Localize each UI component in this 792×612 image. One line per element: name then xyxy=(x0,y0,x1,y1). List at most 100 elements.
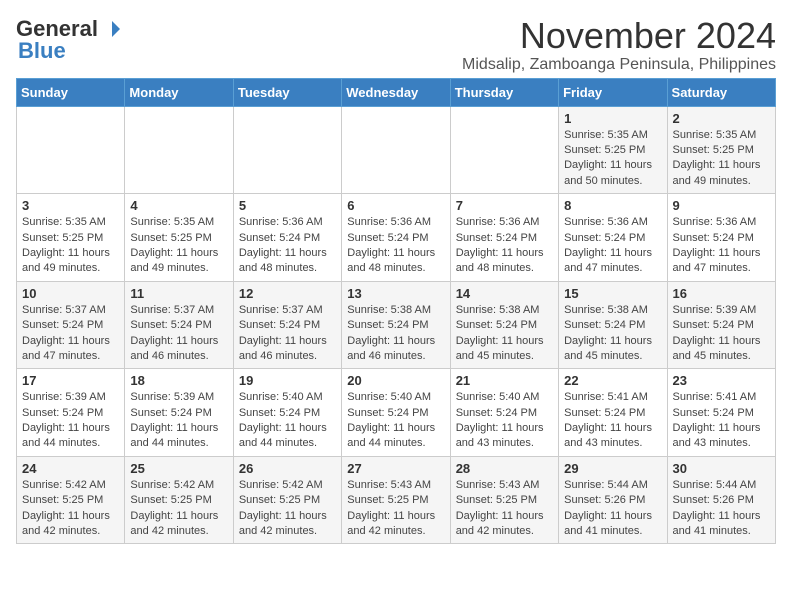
table-row: 8 Sunrise: 5:36 AM Sunset: 5:24 PM Daylig… xyxy=(559,194,667,282)
day-info: Sunrise: 5:36 AM Sunset: 5:24 PM Dayligh… xyxy=(456,215,553,277)
day-info: Sunrise: 5:36 AM Sunset: 5:24 PM Dayligh… xyxy=(347,215,444,277)
day-info: Sunrise: 5:40 AM Sunset: 5:24 PM Dayligh… xyxy=(239,390,336,452)
calendar-body: 1 Sunrise: 5:35 AM Sunset: 5:25 PM Daylig… xyxy=(17,106,776,544)
col-sunday: Sunday xyxy=(17,78,125,106)
day-number: 15 xyxy=(564,286,661,301)
day-info: Sunrise: 5:40 AM Sunset: 5:24 PM Dayligh… xyxy=(456,390,553,452)
day-number: 12 xyxy=(239,286,336,301)
title-block: November 2024 Midsalip, Zamboanga Penins… xyxy=(462,16,776,74)
table-row: 9 Sunrise: 5:36 AM Sunset: 5:24 PM Daylig… xyxy=(667,194,775,282)
day-info: Sunrise: 5:37 AM Sunset: 5:24 PM Dayligh… xyxy=(239,303,336,365)
calendar-week-2: 3Sunrise: 5:35 AM Sunset: 5:25 PM Daylig… xyxy=(17,194,776,282)
table-row: 10 Sunrise: 5:37 AM Sunset: 5:24 PM Dayli… xyxy=(17,281,125,369)
calendar-header: Sunday Monday Tuesday Wednesday Thursday… xyxy=(17,78,776,106)
day-info: Sunrise: 5:37 AM Sunset: 5:24 PM Dayligh… xyxy=(130,303,227,365)
table-row: 5 Sunrise: 5:36 AM Sunset: 5:24 PM Daylig… xyxy=(233,194,341,282)
day-info: Sunrise: 5:44 AM Sunset: 5:26 PM Dayligh… xyxy=(673,478,770,540)
day-info: Sunrise: 5:38 AM Sunset: 5:24 PM Dayligh… xyxy=(347,303,444,365)
table-row: 22Sunrise: 5:41 AM Sunset: 5:24 PM Dayli… xyxy=(559,369,667,457)
day-number: 10 xyxy=(22,286,119,301)
header-row: Sunday Monday Tuesday Wednesday Thursday… xyxy=(17,78,776,106)
day-info: Sunrise: 5:42 AM Sunset: 5:25 PM Dayligh… xyxy=(130,478,227,540)
table-row: 17Sunrise: 5:39 AM Sunset: 5:24 PM Dayli… xyxy=(17,369,125,457)
table-row: 16 Sunrise: 5:39 AM Sunset: 5:24 PM Dayli… xyxy=(667,281,775,369)
day-number: 20 xyxy=(347,373,444,388)
table-row: 12 Sunrise: 5:37 AM Sunset: 5:24 PM Dayli… xyxy=(233,281,341,369)
day-info: Sunrise: 5:38 AM Sunset: 5:24 PM Dayligh… xyxy=(564,303,661,365)
day-number: 16 xyxy=(673,286,770,301)
day-info: Sunrise: 5:44 AM Sunset: 5:26 PM Dayligh… xyxy=(564,478,661,540)
day-number: 19 xyxy=(239,373,336,388)
day-number: 28 xyxy=(456,461,553,476)
table-row: 23 Sunrise: 5:41 AM Sunset: 5:24 PM Dayli… xyxy=(667,369,775,457)
table-row xyxy=(342,106,450,194)
day-info: Sunrise: 5:40 AM Sunset: 5:24 PM Dayligh… xyxy=(347,390,444,452)
day-info: Sunrise: 5:35 AM Sunset: 5:25 PM Dayligh… xyxy=(673,128,770,190)
table-row: 2 Sunrise: 5:35 AM Sunset: 5:25 PM Daylig… xyxy=(667,106,775,194)
logo: General Blue xyxy=(16,16,122,64)
day-number: 1 xyxy=(564,111,661,126)
table-row: 25 Sunrise: 5:42 AM Sunset: 5:25 PM Dayli… xyxy=(125,456,233,544)
calendar-week-4: 17Sunrise: 5:39 AM Sunset: 5:24 PM Dayli… xyxy=(17,369,776,457)
calendar-table: Sunday Monday Tuesday Wednesday Thursday… xyxy=(16,78,776,545)
logo-flag-icon xyxy=(102,19,122,39)
day-number: 21 xyxy=(456,373,553,388)
table-row: 13 Sunrise: 5:38 AM Sunset: 5:24 PM Dayli… xyxy=(342,281,450,369)
day-info: Sunrise: 5:38 AM Sunset: 5:24 PM Dayligh… xyxy=(456,303,553,365)
day-info: Sunrise: 5:35 AM Sunset: 5:25 PM Dayligh… xyxy=(130,215,227,277)
day-info: Sunrise: 5:41 AM Sunset: 5:24 PM Dayligh… xyxy=(673,390,770,452)
table-row: 21 Sunrise: 5:40 AM Sunset: 5:24 PM Dayli… xyxy=(450,369,558,457)
day-info: Sunrise: 5:37 AM Sunset: 5:24 PM Dayligh… xyxy=(22,303,119,365)
day-info: Sunrise: 5:43 AM Sunset: 5:25 PM Dayligh… xyxy=(347,478,444,540)
day-number: 24 xyxy=(22,461,119,476)
day-number: 29 xyxy=(564,461,661,476)
day-info: Sunrise: 5:36 AM Sunset: 5:24 PM Dayligh… xyxy=(673,215,770,277)
day-number: 25 xyxy=(130,461,227,476)
day-info: Sunrise: 5:35 AM Sunset: 5:25 PM Dayligh… xyxy=(22,215,119,277)
day-info: Sunrise: 5:36 AM Sunset: 5:24 PM Dayligh… xyxy=(564,215,661,277)
day-info: Sunrise: 5:39 AM Sunset: 5:24 PM Dayligh… xyxy=(673,303,770,365)
day-number: 9 xyxy=(673,198,770,213)
table-row: 30 Sunrise: 5:44 AM Sunset: 5:26 PM Dayli… xyxy=(667,456,775,544)
location-subtitle: Midsalip, Zamboanga Peninsula, Philippin… xyxy=(462,56,776,74)
day-number: 6 xyxy=(347,198,444,213)
col-friday: Friday xyxy=(559,78,667,106)
table-row xyxy=(233,106,341,194)
col-tuesday: Tuesday xyxy=(233,78,341,106)
day-number: 22 xyxy=(564,373,661,388)
day-number: 2 xyxy=(673,111,770,126)
day-info: Sunrise: 5:36 AM Sunset: 5:24 PM Dayligh… xyxy=(239,215,336,277)
table-row: 24Sunrise: 5:42 AM Sunset: 5:25 PM Dayli… xyxy=(17,456,125,544)
col-monday: Monday xyxy=(125,78,233,106)
day-number: 23 xyxy=(673,373,770,388)
day-info: Sunrise: 5:35 AM Sunset: 5:25 PM Dayligh… xyxy=(564,128,661,190)
table-row xyxy=(450,106,558,194)
table-row: 6 Sunrise: 5:36 AM Sunset: 5:24 PM Daylig… xyxy=(342,194,450,282)
table-row: 15 Sunrise: 5:38 AM Sunset: 5:24 PM Dayli… xyxy=(559,281,667,369)
table-row: 18Sunrise: 5:39 AM Sunset: 5:24 PM Dayli… xyxy=(125,369,233,457)
month-title: November 2024 xyxy=(462,16,776,56)
calendar-week-3: 10 Sunrise: 5:37 AM Sunset: 5:24 PM Dayli… xyxy=(17,281,776,369)
calendar-week-5: 24 Sunrise: 5:42 AM Sunset: 5:25 PM Dayli… xyxy=(17,456,776,544)
col-saturday: Saturday xyxy=(667,78,775,106)
table-row: 11Sunrise: 5:37 AM Sunset: 5:24 PM Dayli… xyxy=(125,281,233,369)
day-number: 14 xyxy=(456,286,553,301)
day-number: 17 xyxy=(22,373,119,388)
day-number: 8 xyxy=(564,198,661,213)
day-number: 5 xyxy=(239,198,336,213)
table-row: 7Sunrise: 5:36 AM Sunset: 5:24 PM Daylig… xyxy=(450,194,558,282)
table-row: 14 Sunrise: 5:38 AM Sunset: 5:24 PM Dayli… xyxy=(450,281,558,369)
table-row: 4Sunrise: 5:35 AM Sunset: 5:25 PM Daylig… xyxy=(125,194,233,282)
table-row: 3Sunrise: 5:35 AM Sunset: 5:25 PM Daylig… xyxy=(17,194,125,282)
table-row: 28Sunrise: 5:43 AM Sunset: 5:25 PM Dayli… xyxy=(450,456,558,544)
day-number: 30 xyxy=(673,461,770,476)
table-row: 19 Sunrise: 5:40 AM Sunset: 5:24 PM Dayli… xyxy=(233,369,341,457)
calendar-week-1: 1 Sunrise: 5:35 AM Sunset: 5:25 PM Daylig… xyxy=(17,106,776,194)
table-row xyxy=(125,106,233,194)
page-header: General Blue November 2024 Midsalip, Zam… xyxy=(16,16,776,74)
table-row: 27Sunrise: 5:43 AM Sunset: 5:25 PM Dayli… xyxy=(342,456,450,544)
col-thursday: Thursday xyxy=(450,78,558,106)
day-number: 13 xyxy=(347,286,444,301)
day-number: 26 xyxy=(239,461,336,476)
logo-blue-text: Blue xyxy=(18,38,66,64)
